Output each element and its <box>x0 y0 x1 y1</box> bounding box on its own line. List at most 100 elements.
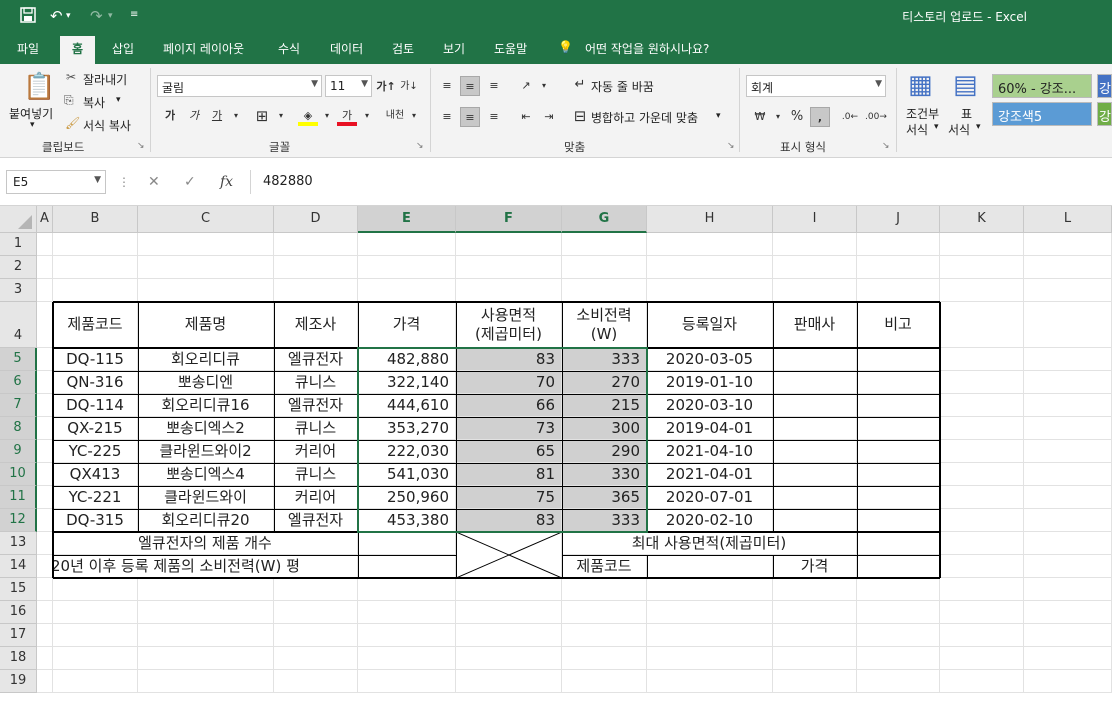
grid-cell[interactable] <box>1024 578 1112 601</box>
grid-cell[interactable] <box>456 670 562 693</box>
grid-cell[interactable] <box>1024 532 1112 555</box>
table-cell[interactable]: 333 <box>562 509 647 532</box>
grid-cell[interactable] <box>456 233 562 256</box>
paste-dropdown-icon[interactable]: ▾ <box>30 120 35 130</box>
column-header-e[interactable]: E <box>358 206 456 233</box>
grid-cell[interactable] <box>1024 233 1112 256</box>
grid-cell[interactable] <box>37 256 53 279</box>
grid-cell[interactable] <box>138 624 274 647</box>
grid-cell[interactable] <box>274 578 358 601</box>
grid-cell[interactable] <box>358 233 456 256</box>
row-header-12[interactable]: 12 <box>0 509 37 532</box>
grid-cell[interactable] <box>456 647 562 670</box>
grid-cell[interactable] <box>940 394 1024 417</box>
clipboard-launcher-icon[interactable]: ↘ <box>137 141 145 151</box>
table-cell[interactable]: QX-215 <box>53 417 138 440</box>
table-cell[interactable] <box>773 348 857 371</box>
grid-cell[interactable] <box>37 233 53 256</box>
grid-cell[interactable] <box>53 279 138 302</box>
table-cell[interactable]: 2021-04-01 <box>647 463 773 486</box>
table-cell[interactable]: 83 <box>456 348 562 371</box>
grid-cell[interactable] <box>857 624 940 647</box>
table-header-cell[interactable]: 사용면적 (제곱미터) <box>456 302 562 348</box>
table-cell[interactable]: 2020-02-10 <box>647 509 773 532</box>
table-cell[interactable]: 353,270 <box>358 417 456 440</box>
table-header-cell[interactable]: 제조사 <box>274 302 358 348</box>
format-as-table-dropdown-icon[interactable]: ▾ <box>976 122 981 132</box>
grid-cell[interactable] <box>138 670 274 693</box>
table-cell[interactable]: 70 <box>456 371 562 394</box>
table-cell[interactable]: 81 <box>456 463 562 486</box>
grid-cell[interactable] <box>37 670 53 693</box>
increase-decimal-icon[interactable]: .0← <box>840 107 860 127</box>
undo-dropdown-icon[interactable]: ▾ <box>66 11 71 21</box>
row-header-8[interactable]: 8 <box>0 417 37 440</box>
grid-cell[interactable] <box>562 279 647 302</box>
tab-view[interactable]: 보기 <box>443 40 465 57</box>
grid-cell[interactable] <box>940 371 1024 394</box>
grid-cell[interactable] <box>647 279 773 302</box>
grid-cell[interactable] <box>773 279 857 302</box>
grid-cell[interactable] <box>857 670 940 693</box>
grid-cell[interactable] <box>274 670 358 693</box>
conditional-format-icon[interactable]: ▦ <box>908 70 933 100</box>
table-cell[interactable]: DQ-315 <box>53 509 138 532</box>
redo-dropdown-icon[interactable]: ▾ <box>108 11 113 21</box>
grid-cell[interactable] <box>53 233 138 256</box>
paste-icon[interactable]: 📋 <box>23 72 55 102</box>
table-cell[interactable]: 300 <box>562 417 647 440</box>
merge-center-button[interactable]: 병합하고 가운데 맞춤 <box>591 109 698 126</box>
table-cell[interactable]: 66 <box>456 394 562 417</box>
font-size-dropdown[interactable]: 11 ▼ <box>325 75 372 97</box>
grid-cell[interactable] <box>37 440 53 463</box>
font-color-dropdown-icon[interactable]: ▾ <box>357 106 377 126</box>
table-cell[interactable]: 541,030 <box>358 463 456 486</box>
table-cell[interactable]: 큐니스 <box>274 417 358 440</box>
table-cell[interactable]: 회오리디큐16 <box>138 394 274 417</box>
table-cell[interactable]: DQ-115 <box>53 348 138 371</box>
table-cell[interactable]: 482,880 <box>358 348 456 371</box>
grid-cell[interactable] <box>358 670 456 693</box>
table-cell[interactable]: 회오리디큐20 <box>138 509 274 532</box>
summary-label-max-area[interactable]: 최대 사용면적(제곱미터) <box>562 532 857 555</box>
grid-cell[interactable] <box>940 233 1024 256</box>
row-header-19[interactable]: 19 <box>0 670 37 693</box>
grid-cell[interactable] <box>562 624 647 647</box>
font-name-dropdown[interactable]: 굴림 ▼ <box>157 75 322 97</box>
summary-label-price[interactable]: 가격 <box>773 555 857 578</box>
merge-dropdown-icon[interactable]: ▾ <box>716 111 721 121</box>
table-cell[interactable]: 커리어 <box>274 486 358 509</box>
column-header-g[interactable]: G <box>562 206 647 233</box>
copy-button[interactable]: 복사 <box>83 94 105 111</box>
grid-cell[interactable] <box>773 578 857 601</box>
grid-cell[interactable] <box>274 624 358 647</box>
grid-cell[interactable] <box>358 279 456 302</box>
grid-cell[interactable] <box>1024 670 1112 693</box>
grid-cell[interactable] <box>773 601 857 624</box>
grid-cell[interactable] <box>37 601 53 624</box>
table-cell[interactable] <box>857 486 940 509</box>
align-middle-icon[interactable]: ≡ <box>460 76 480 96</box>
font-launcher-icon[interactable]: ↘ <box>416 141 424 151</box>
table-cell[interactable]: 클라윈드와이 <box>138 486 274 509</box>
grid-cell[interactable] <box>37 302 53 348</box>
grid-cell[interactable] <box>940 555 1024 578</box>
style-60-accent[interactable]: 60% - 강조... <box>992 74 1092 98</box>
grid-cell[interactable] <box>1024 509 1112 532</box>
bold-icon[interactable]: 가 <box>160 106 180 126</box>
grid-cell[interactable] <box>138 601 274 624</box>
grid-cell[interactable] <box>940 256 1024 279</box>
summary-value-price[interactable] <box>857 555 940 578</box>
tab-file[interactable]: 파일 <box>17 40 39 57</box>
column-header-l[interactable]: L <box>1024 206 1112 233</box>
grid-cell[interactable] <box>1024 486 1112 509</box>
grid-cell[interactable] <box>37 348 53 371</box>
style-accent-partial-1[interactable]: 강 <box>1097 74 1112 98</box>
format-painter-button[interactable]: 서식 복사 <box>83 117 131 134</box>
tab-home[interactable]: 홈 <box>60 36 96 64</box>
table-cell[interactable]: 290 <box>562 440 647 463</box>
tab-data[interactable]: 데이터 <box>330 40 363 57</box>
wrap-text-icon[interactable]: ↵ <box>570 75 590 95</box>
accounting-format-icon[interactable]: ₩ <box>750 107 770 127</box>
save-icon[interactable] <box>20 7 36 27</box>
